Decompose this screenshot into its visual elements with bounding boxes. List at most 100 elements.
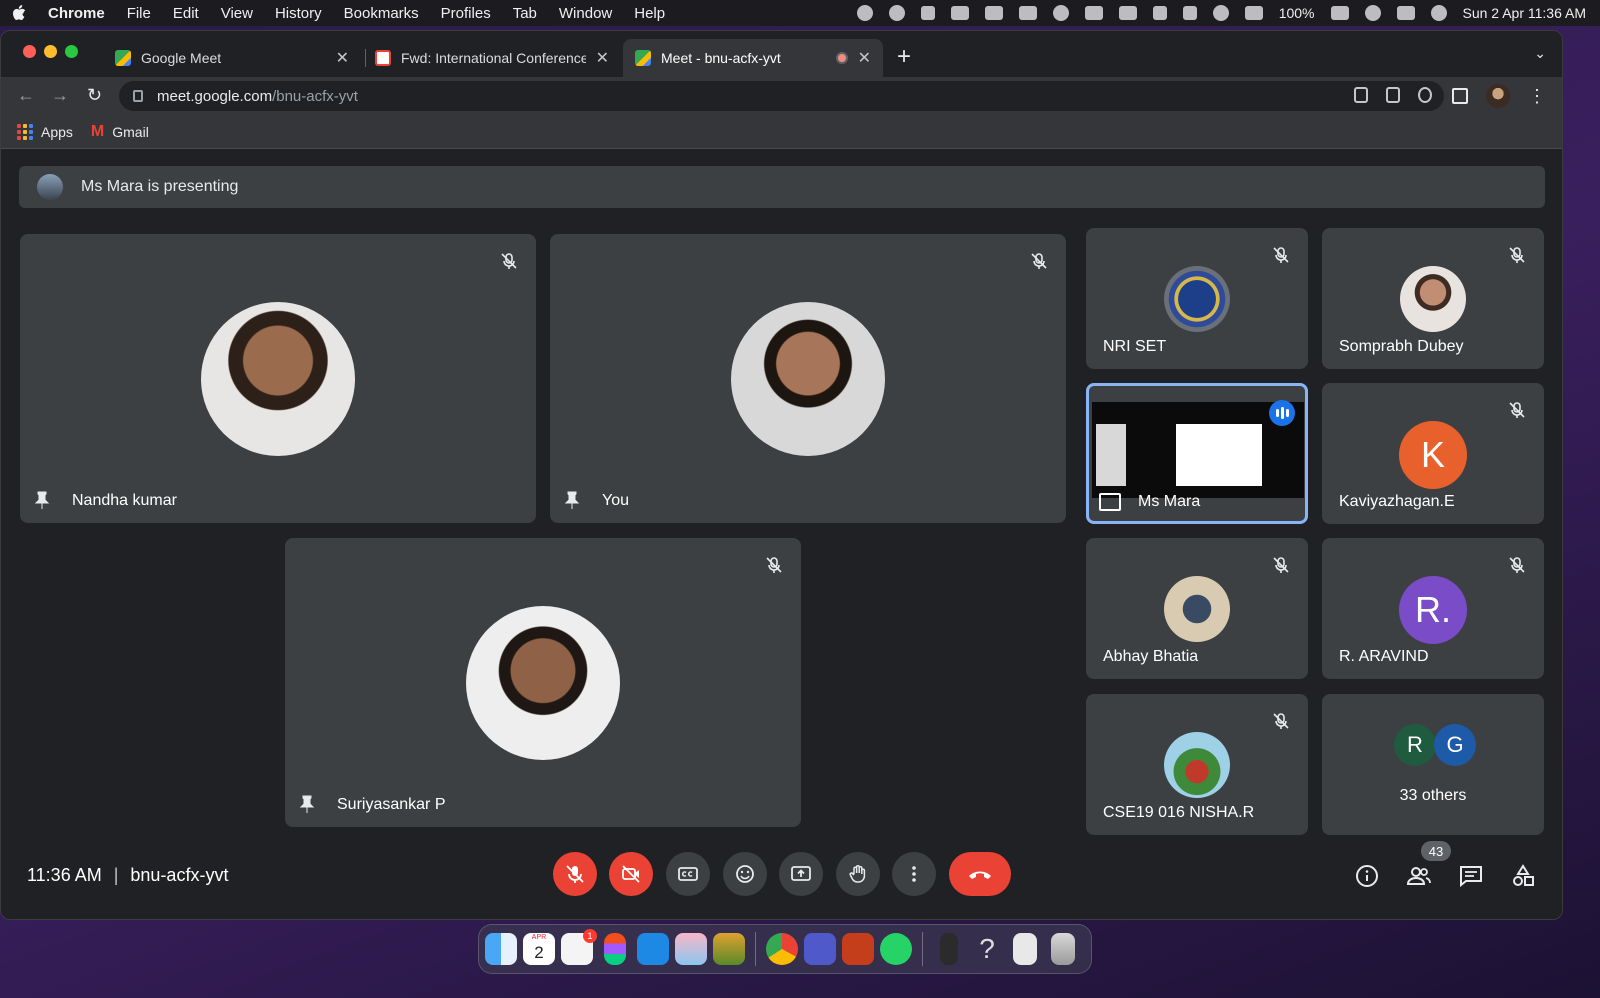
siri-icon[interactable] [1430, 5, 1447, 21]
voice-memo-icon[interactable] [675, 933, 707, 965]
present-now-button[interactable] [779, 852, 823, 896]
mic-off-icon [766, 557, 782, 573]
download-icon[interactable] [1018, 6, 1037, 20]
participant-tile-nandha[interactable]: Nandha kumar [20, 234, 536, 523]
closed-captions-icon [678, 867, 698, 881]
bookmark-apps[interactable]: Apps [17, 123, 73, 140]
moon-icon[interactable] [1212, 5, 1229, 21]
battery-icon[interactable] [1330, 6, 1349, 20]
finder-icon[interactable] [485, 933, 517, 965]
clipboard-icon[interactable] [1013, 933, 1037, 965]
new-tab-button[interactable]: + [897, 43, 911, 71]
chat-icon[interactable] [1458, 863, 1484, 889]
figma-icon[interactable] [604, 933, 626, 965]
back-arrow-icon[interactable]: ← [17, 85, 35, 106]
participant-tile-aravind[interactable]: R. R. ARAVIND [1322, 538, 1544, 679]
activities-icon[interactable] [1510, 863, 1536, 889]
participant-tile-suriyasankar[interactable]: Suriyasankar P [285, 538, 801, 827]
bookmark-gmail[interactable]: M Gmail [91, 123, 149, 141]
omnibox-actions [1354, 87, 1432, 103]
participant-tile-you[interactable]: You [550, 234, 1066, 523]
help-icon[interactable]: ? [971, 933, 1003, 965]
leave-call-button[interactable] [949, 852, 1011, 896]
bookmark-star-icon[interactable] [1418, 87, 1432, 103]
toggle-camera-button[interactable] [609, 852, 653, 896]
menu-bookmarks[interactable]: Bookmarks [344, 5, 419, 22]
participant-tile-ms-mara-presenting[interactable]: Ms Mara [1086, 383, 1308, 524]
menu-tab[interactable]: Tab [513, 5, 537, 22]
participant-tile-nri-set[interactable]: NRI SET [1086, 228, 1308, 369]
maximize-window-button[interactable] [65, 45, 78, 58]
menu-view[interactable]: View [221, 5, 253, 22]
address-bar[interactable]: meet.google.com/bnu-acfx-yvt [119, 81, 1444, 111]
menu-window[interactable]: Window [559, 5, 612, 22]
close-tab-icon[interactable]: ✕ [336, 48, 349, 68]
reactions-button[interactable] [723, 852, 767, 896]
minimize-window-button[interactable] [44, 45, 57, 58]
notification-icon[interactable] [950, 6, 969, 20]
menubar-datetime[interactable]: Sun 2 Apr 11:36 AM [1463, 5, 1587, 21]
participant-tile-kaviyazhagan[interactable]: K Kaviyazhagan.E [1322, 383, 1544, 524]
tab-gmail[interactable]: Fwd: International Conference ✕ [363, 39, 621, 77]
close-tab-icon[interactable]: ✕ [858, 48, 871, 68]
menu-profiles[interactable]: Profiles [441, 5, 491, 22]
screen-icon[interactable] [1084, 6, 1103, 20]
captions-button[interactable] [666, 852, 710, 896]
pin-icon[interactable] [564, 491, 580, 509]
palette-icon[interactable] [888, 5, 905, 21]
cloud-icon[interactable] [1052, 5, 1069, 21]
menu-edit[interactable]: Edit [173, 5, 199, 22]
more-options-button[interactable] [892, 852, 936, 896]
battery-percent: 100% [1278, 5, 1315, 21]
keyboard-icon[interactable] [984, 6, 1003, 20]
lock-icon[interactable] [133, 90, 143, 102]
control-center-icon[interactable] [1396, 6, 1415, 20]
bluetooth-icon[interactable] [1182, 6, 1197, 20]
cocktail-app-icon[interactable] [713, 933, 745, 965]
wifi-icon[interactable] [1244, 6, 1263, 20]
more-menu-icon[interactable]: ⋮ [1528, 86, 1546, 107]
reminders-icon[interactable]: 1 [561, 929, 597, 965]
menu-help[interactable]: Help [634, 5, 665, 22]
sync-icon[interactable] [920, 6, 935, 20]
teams-icon[interactable] [804, 933, 836, 965]
chrome-icon[interactable] [766, 933, 798, 965]
close-tab-icon[interactable]: ✕ [596, 48, 609, 68]
share-icon[interactable] [1386, 87, 1400, 103]
side-panel-icon[interactable] [1452, 88, 1468, 104]
chevron-down-icon[interactable]: ⌄ [1534, 45, 1546, 62]
toggle-mic-button[interactable] [553, 852, 597, 896]
meeting-details-info-icon[interactable] [1354, 863, 1380, 889]
menu-file[interactable]: File [127, 5, 151, 22]
graph-icon[interactable] [1152, 6, 1167, 20]
forward-arrow-icon[interactable]: → [51, 85, 69, 106]
trash-icon[interactable] [1051, 933, 1075, 965]
meeting-code: bnu-acfx-yvt [130, 865, 229, 885]
menu-history[interactable]: History [275, 5, 322, 22]
profile-avatar[interactable] [1486, 84, 1510, 108]
participant-tile-somprabh[interactable]: Somprabh Dubey [1322, 228, 1544, 369]
pin-icon[interactable] [34, 491, 50, 509]
tab-google-meet[interactable]: Google Meet ✕ [103, 39, 361, 77]
reload-icon[interactable]: ↻ [87, 85, 102, 106]
raise-hand-button[interactable] [836, 852, 880, 896]
participant-tile-nisha[interactable]: CSE19 016 NISHA.R [1086, 694, 1308, 835]
others-tile[interactable]: R G 33 others [1322, 694, 1544, 835]
display-icon[interactable] [1118, 6, 1137, 20]
participant-tile-abhay[interactable]: Abhay Bhatia [1086, 538, 1308, 679]
powerpoint-icon[interactable] [842, 933, 874, 965]
menu-app-name[interactable]: Chrome [48, 5, 105, 22]
tab-meet-active[interactable]: Meet - bnu-acfx-yvt ✕ [623, 39, 883, 77]
status-app-icon[interactable] [856, 5, 873, 21]
calendar-icon[interactable]: APR 2 [523, 933, 555, 965]
pin-icon[interactable] [299, 795, 315, 813]
microphone-icon[interactable] [1354, 87, 1368, 103]
terminal-device-icon[interactable] [940, 933, 958, 965]
apple-logo-icon[interactable] [12, 5, 26, 21]
vscode-icon[interactable] [637, 933, 669, 965]
whatsapp-icon[interactable] [880, 933, 912, 965]
people-icon[interactable] [1406, 863, 1432, 889]
close-window-button[interactable] [23, 45, 36, 58]
presenting-banner[interactable]: Ms Mara is presenting [19, 166, 1545, 208]
play-icon[interactable] [1364, 5, 1381, 21]
